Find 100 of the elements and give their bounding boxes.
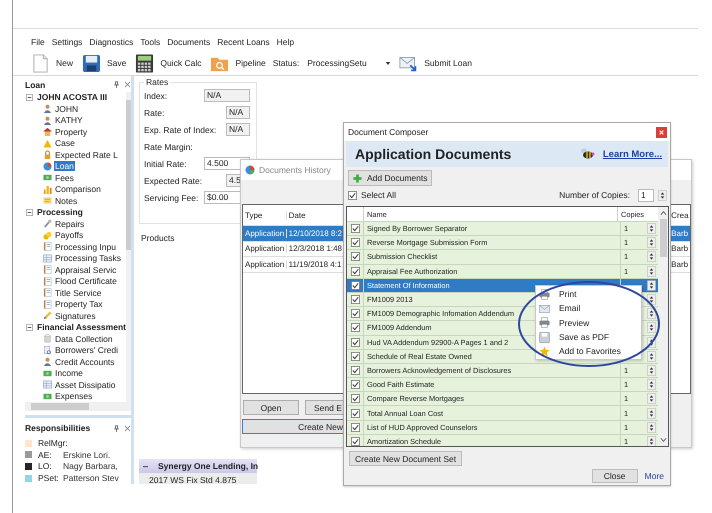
- tree-item[interactable]: Flood Certificate: [54, 276, 118, 286]
- tree-item[interactable]: Asset Dissipatio: [54, 380, 116, 390]
- toolbar-button[interactable]: Pipeline: [210, 54, 269, 72]
- tree-item[interactable]: Expected Rate L: [54, 150, 119, 160]
- checkbox[interactable]: [350, 338, 360, 347]
- input-field[interactable]: N/A: [226, 123, 250, 136]
- spinner-control[interactable]: [646, 422, 656, 433]
- scrollbar[interactable]: [658, 207, 668, 446]
- menu-item[interactable]: Help: [276, 37, 294, 49]
- copies-spin-field[interactable]: 1: [638, 188, 654, 202]
- tree-item[interactable]: Expenses: [54, 391, 94, 402]
- checkbox[interactable]: [348, 190, 357, 200]
- column-header[interactable]: Crea: [670, 210, 690, 220]
- checkbox[interactable]: [350, 422, 360, 432]
- tree-item[interactable]: Notes: [54, 196, 78, 206]
- close-icon[interactable]: [124, 424, 131, 432]
- toolbar-button[interactable]: New: [31, 54, 76, 72]
- tree-item[interactable]: Appraisal Servic: [54, 264, 118, 275]
- tree-item[interactable]: Data Collection: [54, 334, 114, 344]
- spinner-control[interactable]: [646, 436, 656, 446]
- tree-item[interactable]: Repairs: [54, 218, 86, 229]
- close-button[interactable]: [656, 126, 667, 138]
- tree-item[interactable]: Borrowers' Credi: [54, 345, 120, 356]
- tree-item[interactable]: Credit Accounts: [54, 356, 116, 367]
- tree-item[interactable]: Fees: [54, 172, 75, 183]
- close-button[interactable]: Close: [592, 469, 638, 483]
- tree-item[interactable]: JOHN: [54, 104, 80, 114]
- learn-more-link[interactable]: Learn More...: [602, 148, 662, 160]
- tree-item[interactable]: Processing Inpu: [54, 242, 117, 252]
- checkbox[interactable]: [350, 224, 360, 234]
- more-link[interactable]: More: [644, 471, 664, 481]
- spinner-control[interactable]: [646, 251, 656, 262]
- collapse-icon[interactable]: [26, 324, 33, 331]
- horizontal-scrollbar[interactable]: [25, 402, 131, 411]
- status-dropdown[interactable]: ProcessingSetu: [305, 56, 394, 70]
- tree-item[interactable]: Title Service: [54, 288, 102, 298]
- create-new-button[interactable]: Create New: [242, 419, 344, 434]
- checkbox[interactable]: [350, 295, 360, 304]
- checkbox[interactable]: [350, 266, 360, 276]
- menu-item[interactable]: Diagnostics: [89, 37, 134, 49]
- checkbox-label[interactable]: Select All: [361, 190, 396, 200]
- spinner-control[interactable]: [646, 266, 656, 277]
- pin-icon[interactable]: [113, 424, 120, 432]
- tree-item[interactable]: Processing Tasks: [54, 253, 122, 264]
- toolbar-button[interactable]: Quick Calc: [135, 54, 204, 72]
- tree-section[interactable]: JOHN ACOSTA III: [37, 92, 108, 102]
- checkbox[interactable]: [350, 280, 360, 290]
- scrollbar[interactable]: [126, 92, 131, 402]
- column-header[interactable]: Type: [243, 210, 287, 220]
- collapse-icon[interactable]: [26, 94, 33, 101]
- spinner-control[interactable]: [646, 379, 656, 390]
- spinner-control[interactable]: [646, 364, 656, 376]
- input-field[interactable]: N/A: [226, 106, 250, 119]
- tree-item[interactable]: Property Tax: [54, 299, 104, 310]
- checkbox[interactable]: [350, 252, 360, 262]
- toolbar-button[interactable]: Submit Loan: [399, 54, 475, 72]
- checkbox[interactable]: [350, 309, 360, 318]
- checkbox[interactable]: [350, 352, 360, 361]
- spinner-control[interactable]: [646, 350, 656, 362]
- spinner-control[interactable]: [646, 322, 656, 334]
- spinner-control[interactable]: [658, 190, 667, 200]
- add-documents-button[interactable]: Add Documents: [348, 170, 432, 186]
- checkbox[interactable]: [350, 323, 360, 332]
- spinner-control[interactable]: [646, 280, 656, 291]
- checkbox[interactable]: [350, 436, 360, 446]
- column-header[interactable]: Date: [286, 210, 342, 220]
- create-document-set-button[interactable]: Create New Document Set: [349, 451, 462, 466]
- menu-item[interactable]: File: [31, 37, 45, 49]
- tree-item[interactable]: Signatures: [54, 310, 97, 321]
- menu-item[interactable]: Recent Loans: [217, 37, 270, 49]
- tree-item[interactable]: KATHY: [54, 115, 84, 126]
- product-row[interactable]: 2017 WS Fix Std 4.875: [139, 473, 257, 484]
- menu-item[interactable]: Tools: [140, 37, 160, 49]
- tree-item[interactable]: Loan: [54, 161, 75, 172]
- toolbar-button[interactable]: Save: [82, 54, 130, 72]
- spinner-control[interactable]: [646, 237, 656, 248]
- tree-section[interactable]: Processing: [37, 207, 83, 218]
- checkbox[interactable]: [350, 238, 360, 248]
- input-field[interactable]: N/A: [204, 89, 250, 102]
- open-button[interactable]: Open: [243, 400, 299, 415]
- checkbox[interactable]: [350, 394, 360, 404]
- tree-item[interactable]: Comparison: [54, 184, 102, 194]
- tree-item[interactable]: Property: [54, 126, 88, 137]
- scrollbar-thumb[interactable]: [660, 219, 666, 257]
- pin-icon[interactable]: [113, 81, 120, 88]
- collapse-icon[interactable]: [143, 466, 148, 468]
- menu-item[interactable]: Documents: [167, 37, 210, 49]
- lender-group-header[interactable]: Synergy One Lending, In: [139, 459, 257, 473]
- collapse-icon[interactable]: [26, 208, 33, 216]
- checkbox[interactable]: [350, 366, 360, 375]
- close-icon[interactable]: [124, 81, 131, 88]
- spinner-control[interactable]: [646, 308, 656, 320]
- checkbox[interactable]: [350, 408, 360, 418]
- spinner-control[interactable]: [646, 294, 656, 306]
- spinner-control[interactable]: [646, 393, 656, 404]
- checkbox[interactable]: [350, 380, 360, 390]
- tree-item[interactable]: Case: [54, 138, 76, 148]
- spinner-control[interactable]: [646, 223, 656, 234]
- menu-item[interactable]: Settings: [52, 37, 82, 49]
- spinner-control[interactable]: [646, 408, 656, 419]
